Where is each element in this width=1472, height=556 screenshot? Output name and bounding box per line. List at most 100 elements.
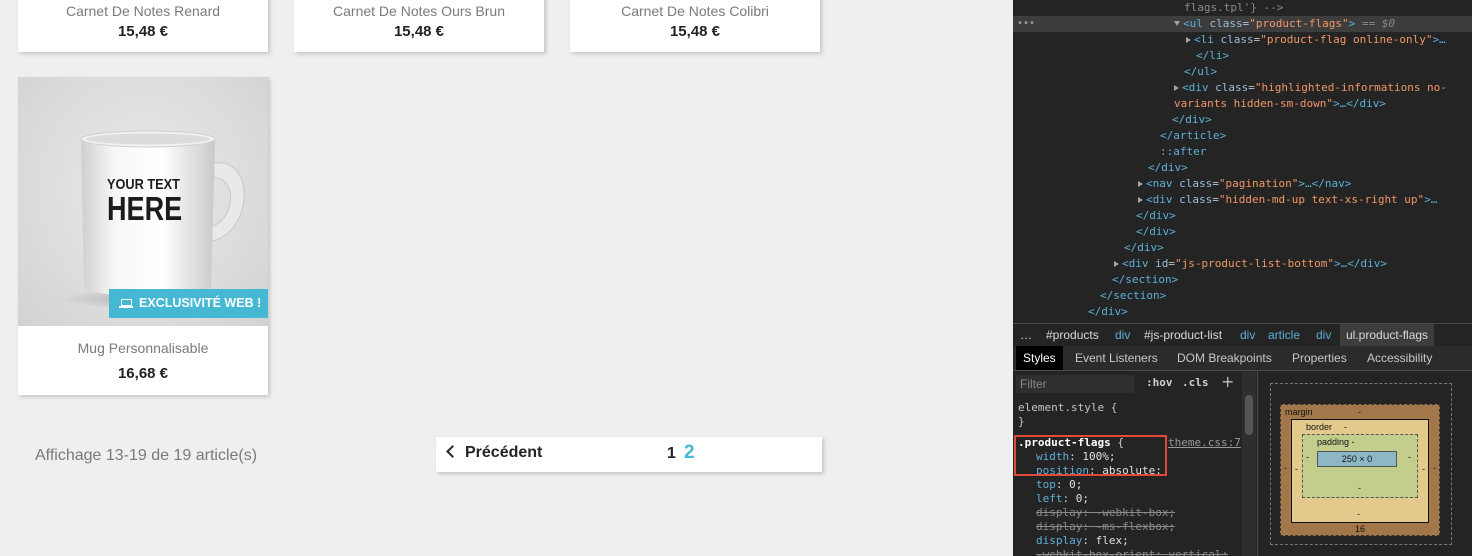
- dom-line[interactable]: ::after: [1013, 144, 1472, 160]
- breadcrumb-item[interactable]: div: [1115, 324, 1130, 346]
- padding-label: padding -: [1317, 437, 1355, 447]
- dom-attr: class: [1179, 177, 1213, 190]
- product-card-mug[interactable]: YOUR TEXT HERE EXCLUSIVITÉ WEB ! Mug Per…: [18, 77, 268, 395]
- dom-tag: <div: [1146, 193, 1173, 206]
- devtools-panel: flags.tpl'} --> ••• <ul class="product-f…: [1013, 0, 1472, 556]
- product-name[interactable]: Carnet De Notes Colibri: [570, 3, 820, 19]
- collapse-triangle-icon[interactable]: [1138, 181, 1143, 187]
- product-name[interactable]: Carnet De Notes Ours Brun: [294, 3, 544, 19]
- product-price: 15,48 €: [393, 23, 445, 40]
- dom-attr: class: [1209, 17, 1243, 30]
- padding-left-value: -: [1306, 452, 1309, 462]
- dom-breadcrumbs: … #products div #js-product-list div art…: [1013, 323, 1472, 346]
- collapse-triangle-icon[interactable]: [1186, 37, 1191, 43]
- tab-dom-breakpoints[interactable]: DOM Breakpoints: [1177, 346, 1272, 370]
- css-declaration[interactable]: left: 0;: [1036, 492, 1089, 506]
- dom-tag: </div>: [1136, 225, 1176, 238]
- dom-attr-value: variants hidden-sm-down": [1174, 97, 1333, 110]
- breadcrumb-more[interactable]: …: [1020, 324, 1032, 346]
- box-model-border[interactable]: border - - - - padding - - - - 250 × 0: [1291, 419, 1429, 523]
- css-declaration-overridden[interactable]: display: -webkit-box;: [1036, 506, 1175, 520]
- product-price: 16,68 €: [117, 365, 169, 382]
- dom-line[interactable]: <nav class="pagination">…</nav>: [1013, 176, 1472, 192]
- dom-pseudo-element: ::after: [1160, 145, 1207, 158]
- expand-triangle-icon[interactable]: [1174, 21, 1180, 26]
- styles-scrollbar[interactable]: [1242, 371, 1256, 556]
- dom-tag: >…: [1424, 193, 1438, 206]
- product-card-renard[interactable]: Carnet De Notes Renard 15,48 €: [18, 0, 268, 52]
- dom-line[interactable]: </section>: [1013, 288, 1472, 304]
- dom-tag: </div>: [1172, 113, 1212, 126]
- css-declaration-overridden[interactable]: display: -ms-flexbox;: [1036, 520, 1175, 534]
- product-image[interactable]: YOUR TEXT HERE EXCLUSIVITÉ WEB !: [18, 77, 268, 326]
- dom-line[interactable]: </section>: [1013, 272, 1472, 288]
- dom-line[interactable]: </div>: [1013, 240, 1472, 256]
- box-model-diagram: margin - - - 16 border - - - - padding -…: [1258, 371, 1472, 556]
- dom-attr-value: "product-flag online-only": [1260, 33, 1433, 46]
- product-card-ours-brun[interactable]: Carnet De Notes Ours Brun 15,48 €: [294, 0, 544, 52]
- dom-line[interactable]: variants hidden-sm-down">…</div>: [1013, 96, 1472, 112]
- previous-page-link[interactable]: Précédent: [446, 444, 542, 462]
- dom-tag: >…: [1432, 33, 1446, 46]
- box-model-content[interactable]: 250 × 0: [1317, 451, 1397, 467]
- dom-line[interactable]: </div>: [1013, 224, 1472, 240]
- margin-top-value: -: [1358, 407, 1361, 417]
- pagination: Précédent 1 2: [436, 437, 822, 472]
- dom-line[interactable]: </li>: [1013, 48, 1472, 64]
- element-style-selector[interactable]: element.style {: [1018, 401, 1117, 415]
- stylesheet-source-link[interactable]: theme.css:7: [1168, 436, 1241, 450]
- breadcrumb-item-active[interactable]: ul.product-flags: [1340, 324, 1435, 346]
- product-name[interactable]: Mug Personnalisable: [18, 340, 268, 356]
- styles-pane: Filter :hov .cls + element.style { } .pr…: [1013, 371, 1257, 556]
- breadcrumb-item[interactable]: article: [1268, 324, 1300, 346]
- css-declaration[interactable]: top: 0;: [1036, 478, 1082, 492]
- page-2-current[interactable]: 2: [684, 442, 695, 464]
- box-model-margin[interactable]: margin - - - 16 border - - - - padding -…: [1280, 404, 1440, 536]
- dom-tag: </section>: [1112, 273, 1179, 286]
- breadcrumb-item[interactable]: #products: [1046, 324, 1099, 346]
- add-rule-icon[interactable]: +: [1221, 372, 1234, 391]
- dom-line[interactable]: </div>: [1013, 304, 1472, 320]
- box-model-padding[interactable]: padding - - - - 250 × 0: [1302, 434, 1418, 498]
- product-name[interactable]: Carnet De Notes Renard: [18, 3, 268, 19]
- dom-line[interactable]: </ul>: [1013, 64, 1472, 80]
- tab-properties[interactable]: Properties: [1292, 346, 1347, 370]
- dom-attr: class: [1220, 33, 1254, 46]
- tab-event-listeners[interactable]: Event Listeners: [1075, 346, 1158, 370]
- dom-line[interactable]: <div id="js-product-list-bottom">…</div>: [1013, 256, 1472, 272]
- breadcrumb-item[interactable]: div: [1316, 324, 1331, 346]
- hover-state-toggle[interactable]: :hov: [1146, 376, 1173, 389]
- dom-line[interactable]: </article>: [1013, 128, 1472, 144]
- page-1-link[interactable]: 1: [667, 445, 676, 463]
- breadcrumb-item[interactable]: div: [1240, 324, 1255, 346]
- css-declaration[interactable]: display: flex;: [1036, 534, 1129, 548]
- breadcrumb-item[interactable]: #js-product-list: [1144, 324, 1222, 346]
- tab-accessibility[interactable]: Accessibility: [1367, 346, 1432, 370]
- dom-tag: </div>: [1088, 305, 1128, 318]
- css-declaration-overridden[interactable]: -webkit-box-orient: vertical;: [1036, 548, 1228, 556]
- ellipsis-icon[interactable]: •••: [1017, 16, 1035, 32]
- dom-line[interactable]: <li class="product-flag online-only">…: [1013, 32, 1472, 48]
- dom-line[interactable]: <div class="highlighted-informations no-: [1013, 80, 1472, 96]
- dom-line-selected[interactable]: ••• <ul class="product-flags"> == $0: [1013, 16, 1472, 32]
- elements-dom-tree: flags.tpl'} --> ••• <ul class="product-f…: [1013, 0, 1472, 322]
- dom-line[interactable]: </div>: [1013, 112, 1472, 128]
- shop-page: Carnet De Notes Renard 15,48 € Carnet De…: [0, 0, 1013, 556]
- collapse-triangle-icon[interactable]: [1174, 85, 1179, 91]
- collapse-triangle-icon[interactable]: [1114, 261, 1119, 267]
- dom-line[interactable]: </div>: [1013, 160, 1472, 176]
- dom-attr-value: "product-flags": [1249, 17, 1349, 30]
- dom-tag: >…</div>: [1333, 257, 1387, 270]
- dom-attr: class: [1179, 193, 1213, 206]
- dom-line[interactable]: flags.tpl'} -->: [1013, 0, 1472, 16]
- scrollbar-thumb[interactable]: [1245, 395, 1253, 435]
- tab-styles[interactable]: Styles: [1016, 346, 1063, 370]
- dom-selection-marker: == $0: [1355, 17, 1395, 30]
- product-card-colibri[interactable]: Carnet De Notes Colibri 15,48 €: [570, 0, 820, 52]
- collapse-triangle-icon[interactable]: [1138, 197, 1143, 203]
- dom-line[interactable]: <div class="hidden-md-up text-xs-right u…: [1013, 192, 1472, 208]
- dom-line[interactable]: </div>: [1013, 208, 1472, 224]
- class-toggle[interactable]: .cls: [1182, 376, 1209, 389]
- online-only-flag: EXCLUSIVITÉ WEB !: [109, 289, 268, 318]
- styles-filter-input[interactable]: Filter: [1016, 375, 1134, 393]
